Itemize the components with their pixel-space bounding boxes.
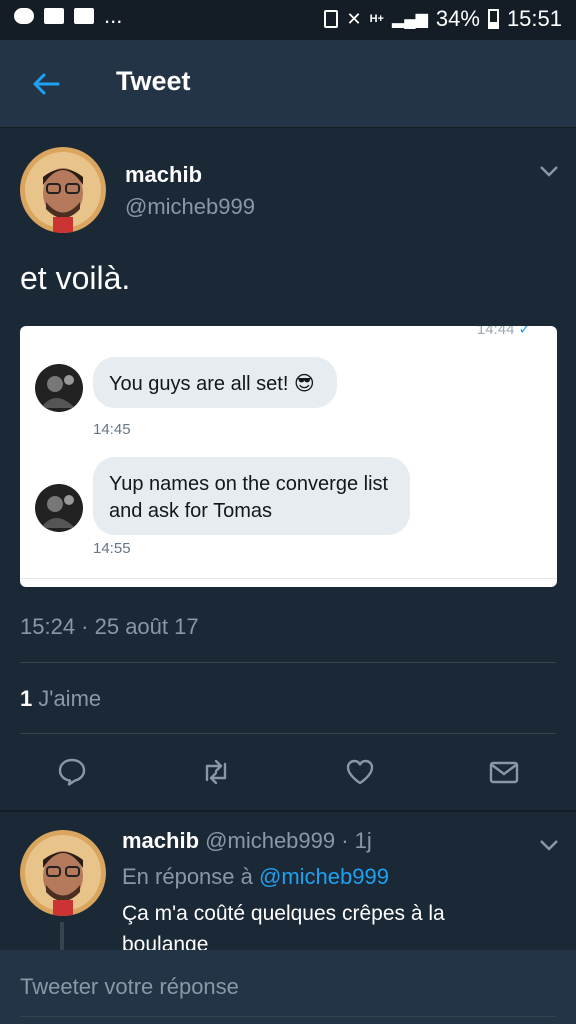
sim-icon [324,10,339,28]
chat-bubble: Yup names on the converge list and ask f… [93,457,411,535]
retweet-icon[interactable] [200,756,232,788]
in-reply-prefix: En réponse à [122,864,253,889]
divider [20,733,556,734]
divider [20,1016,556,1017]
status-bar: ... ✕ H+ ▂▄▆ 34% 15:51 [0,0,576,40]
chat-avatar [35,484,83,532]
chevron-down-icon[interactable] [538,164,560,178]
tweet-text: et voilà. [20,260,131,296]
clock: 15:51 [506,6,562,31]
app-bar: Tweet [0,40,576,128]
battery-percent: 34% [435,6,480,31]
thread-line [60,922,64,950]
reply-author-avatar[interactable] [20,830,106,916]
reply-composer[interactable]: Tweeter votre réponse [0,950,576,1024]
back-arrow-icon[interactable] [30,68,62,100]
notification-icons: ... [14,3,123,28]
author-name[interactable]: machib [125,162,202,188]
tweet-media[interactable]: 14:44 ✓ You guys are all set! 😎 14:45 Yup… [20,326,557,587]
in-reply-to: En réponse à @micheb999 [122,864,389,890]
media-top-time: 14:44 ✓ [477,326,531,338]
page-title: Tweet [116,66,191,96]
signal-icon: ▂▄▆ [391,11,428,28]
divider [20,662,556,663]
chat-time: 14:45 [93,421,131,438]
direct-message-icon[interactable] [488,756,520,788]
reply-input[interactable]: Tweeter votre réponse [20,974,239,1000]
author-avatar[interactable] [20,147,106,233]
chevron-down-icon[interactable] [538,838,560,852]
calendar-icon [74,8,94,24]
reply-icon[interactable] [56,756,88,788]
network-type: H+ [369,13,384,25]
check-icon: ✓ [518,326,531,338]
more-notifications: ... [104,3,123,28]
author-handle[interactable]: @micheb999 [125,194,255,220]
battery-icon [487,9,499,29]
image-icon [44,8,64,24]
chat-bubble-line: and ask for Tomas [109,500,273,522]
mute-icon: ✕ [346,8,362,29]
likes-count[interactable]: 1 J'aime [20,686,101,712]
chat-avatar [35,364,83,412]
in-reply-handle-link[interactable]: @micheb999 [259,864,389,889]
likes-number: 1 [20,686,33,711]
reply-text-line: Ça m'a coûté quelques crêpes à la [122,902,445,925]
like-icon[interactable] [344,756,376,788]
reply-header[interactable]: machib @micheb999 · 1j [122,828,372,854]
divider [20,578,557,579]
tweet-timestamp: 15:24 · 25 août 17 [20,614,199,639]
chat-bubble-line: Yup names on the converge list [109,473,389,495]
likes-label: J'aime [38,686,102,711]
reply-meta: @micheb999 · 1j [205,828,372,853]
chat-time: 14:55 [93,540,131,557]
system-status: ✕ H+ ▂▄▆ 34% 15:51 [324,6,562,32]
chat-bubble: You guys are all set! 😎 [93,357,337,408]
reply-author-name: machib [122,828,200,853]
divider [0,810,576,812]
cloud-icon [14,8,34,24]
